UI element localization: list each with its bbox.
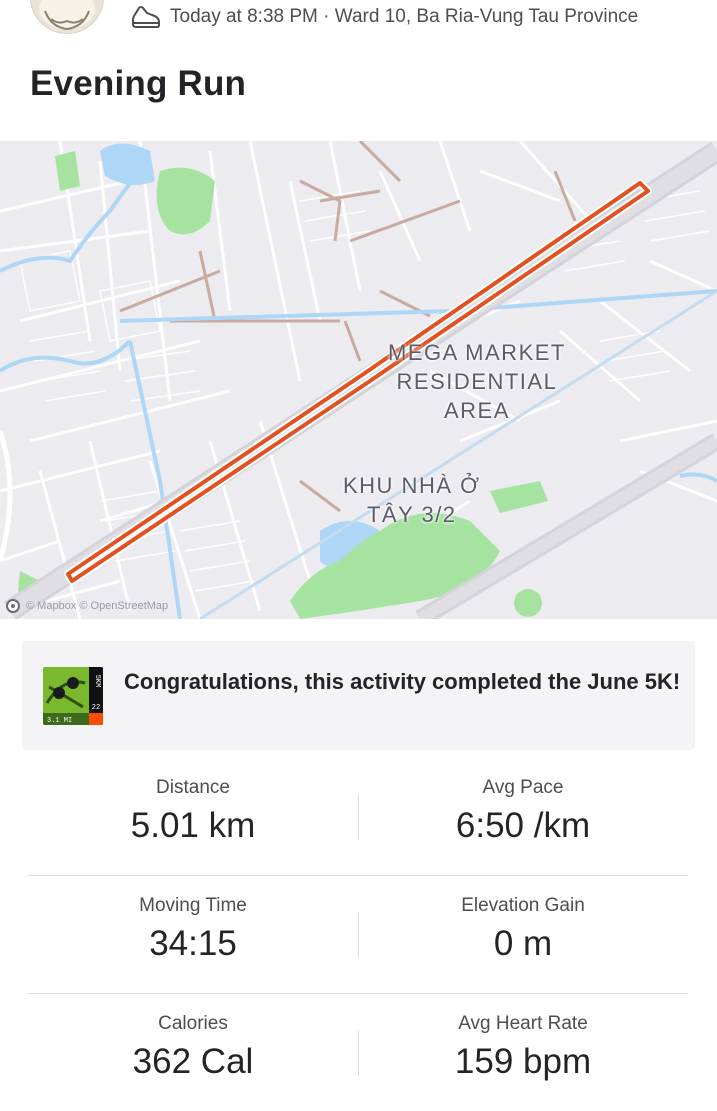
route-map[interactable]: MEGA MARKET RESIDENTIAL AREA KHU NHÀ Ở T…: [0, 141, 717, 619]
stat-label: Avg Pace: [482, 777, 564, 798]
achievement-text: Congratulations, this activity completed…: [124, 669, 681, 694]
activity-title: Evening Run: [30, 64, 247, 103]
stat-avg-heart-rate: Avg Heart Rate 159 bpm: [358, 1012, 688, 1082]
stats-row: Distance 5.01 km Avg Pace 6:50 /km: [28, 758, 688, 876]
map-label-khu-nha-o: KHU NHÀ Ở TÂY 3/2: [343, 473, 481, 527]
stats-row: Moving Time 34:15 Elevation Gain 0 m: [28, 876, 688, 994]
badge-year: 22: [92, 704, 100, 712]
map-attribution-text: © Mapbox © OpenStreetMap: [26, 600, 169, 612]
mapbox-logo-icon: [6, 599, 20, 613]
stats-row: Calories 362 Cal Avg Heart Rate 159 bpm: [28, 994, 688, 1111]
stat-label: Moving Time: [139, 895, 247, 916]
stat-elevation-gain: Elevation Gain 0 m: [358, 894, 688, 964]
stat-value: 362 Cal: [132, 1042, 254, 1081]
badge-side-text: 5KM: [93, 675, 101, 688]
stats-grid: Distance 5.01 km Avg Pace 6:50 /km Movin…: [28, 758, 688, 1111]
june-5k-badge-icon: 5KM 22 3.1 MI: [43, 667, 103, 725]
map-canvas: [0, 141, 717, 619]
stat-moving-time: Moving Time 34:15: [28, 894, 358, 964]
stat-label: Calories: [158, 1013, 228, 1034]
stat-calories: Calories 362 Cal: [28, 1012, 358, 1082]
shoe-icon: [130, 4, 162, 30]
badge-distance: 3.1 MI: [47, 717, 72, 725]
stat-label: Avg Heart Rate: [458, 1013, 588, 1034]
activity-header: Today at 8:38 PM · Ward 10, Ba Ria-Vung …: [0, 0, 717, 40]
map-attribution[interactable]: © Mapbox © OpenStreetMap: [6, 599, 168, 613]
stat-value: 159 bpm: [454, 1042, 592, 1081]
stat-distance: Distance 5.01 km: [28, 776, 358, 846]
stat-label: Elevation Gain: [461, 895, 585, 916]
avatar[interactable]: [30, 0, 104, 34]
stat-label: Distance: [156, 777, 230, 798]
stat-value: 5.01 km: [130, 806, 256, 845]
stat-value: 0 m: [493, 924, 553, 963]
activity-meta: Today at 8:38 PM · Ward 10, Ba Ria-Vung …: [130, 4, 638, 30]
stat-value: 34:15: [149, 924, 237, 963]
achievement-card[interactable]: 5KM 22 3.1 MI Congratulations, this acti…: [22, 641, 695, 750]
stat-avg-pace: Avg Pace 6:50 /km: [358, 776, 688, 846]
map-label-mega-market: MEGA MARKET RESIDENTIAL AREA: [388, 340, 566, 423]
activity-meta-text: Today at 8:38 PM · Ward 10, Ba Ria-Vung …: [170, 6, 639, 27]
stat-value: 6:50 /km: [455, 806, 591, 845]
